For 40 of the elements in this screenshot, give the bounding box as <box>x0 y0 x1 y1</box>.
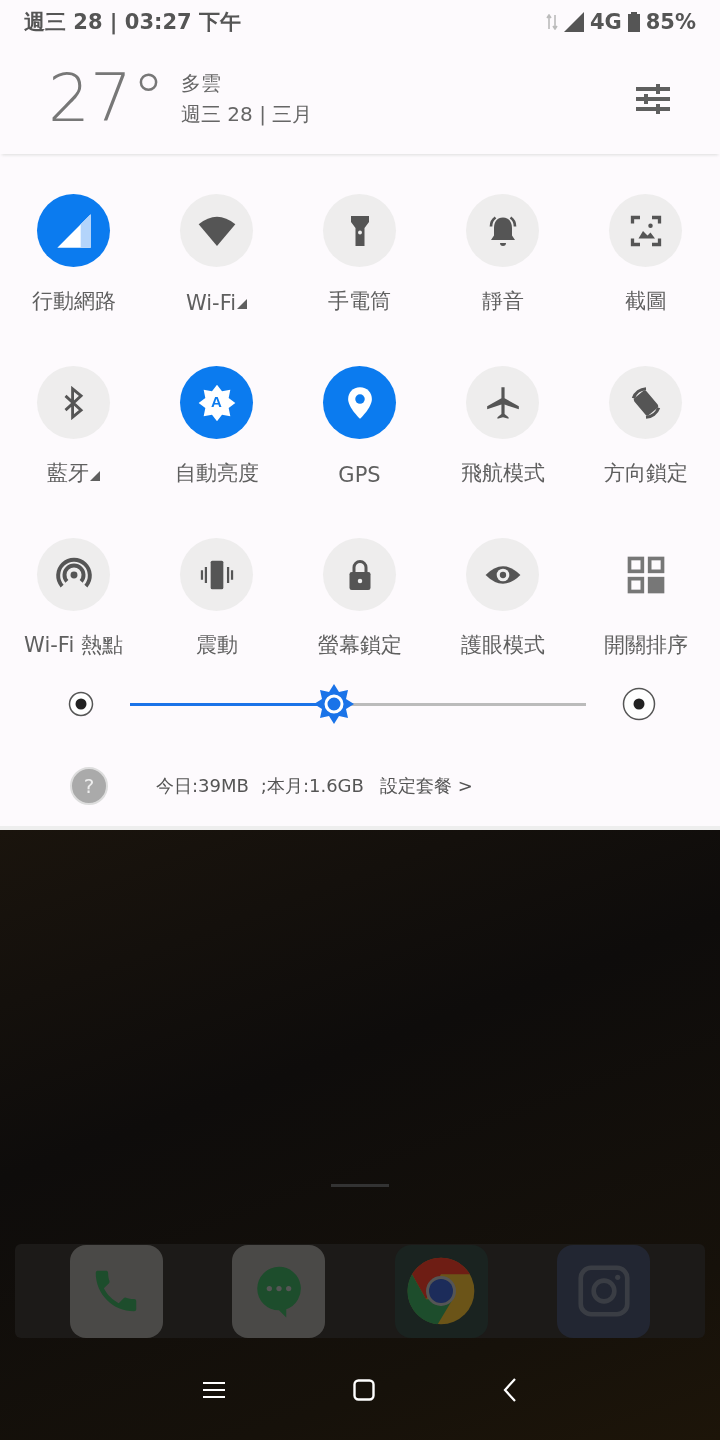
temperature: 27° <box>48 66 165 132</box>
auto-brightness-icon: A <box>196 382 237 423</box>
toggle-label: 靜音 <box>481 288 524 315</box>
toggle-label: Wi-Fi 熱點 <box>24 632 123 659</box>
data-usage-month: ;本月:1.6GB <box>260 774 364 798</box>
weather-condition: 多雲 <box>181 70 222 97</box>
network-type: 4G <box>589 10 622 34</box>
signal-icon <box>563 12 584 32</box>
toggle-label: 開關排序 <box>603 632 688 659</box>
toggle-label: 藍牙 <box>47 460 89 487</box>
battery-percent: 85% <box>645 10 696 34</box>
dropdown-triangle-icon[interactable] <box>90 471 100 481</box>
data-arrows-icon <box>545 14 558 30</box>
app-icon[interactable] <box>394 1244 488 1338</box>
home-square-icon[interactable] <box>353 1379 375 1401</box>
toggle-label: 飛航模式 <box>460 460 545 487</box>
toggle-label: 方向鎖定 <box>603 460 688 487</box>
battery-icon <box>627 12 640 32</box>
toggle-label: 截圖 <box>624 288 667 315</box>
toggle-button[interactable]: A <box>180 366 253 439</box>
toggle-label: 自動亮度 <box>174 460 259 487</box>
plan-settings-link[interactable]: 設定套餐 > <box>379 774 473 798</box>
toggle-label: 護眼模式 <box>460 632 545 659</box>
data-usage-today: 今日:39MB <box>156 774 249 798</box>
slider-thumb[interactable] <box>313 684 354 724</box>
menu-icon[interactable] <box>203 1381 225 1399</box>
toggle-label: 震動 <box>195 632 238 659</box>
page-indicator <box>331 1184 389 1187</box>
brightness-high-icon <box>622 687 656 721</box>
back-icon[interactable] <box>503 1378 517 1402</box>
brightness-low-icon <box>68 691 94 717</box>
toggle-label: Wi-Fi <box>185 291 237 315</box>
dropdown-triangle-icon[interactable] <box>237 299 248 309</box>
header-date: 週三 28 | 三月 <box>181 101 314 128</box>
status-time: 週三 28 | 03:27 下午 <box>24 9 241 36</box>
toggle-label: 螢幕鎖定 <box>317 632 402 659</box>
toggle-label: 手電筒 <box>328 288 391 315</box>
settings-sliders-icon[interactable] <box>636 84 670 114</box>
toggle-label: GPS <box>338 463 381 487</box>
toggle-label: 行動網路 <box>31 288 116 315</box>
